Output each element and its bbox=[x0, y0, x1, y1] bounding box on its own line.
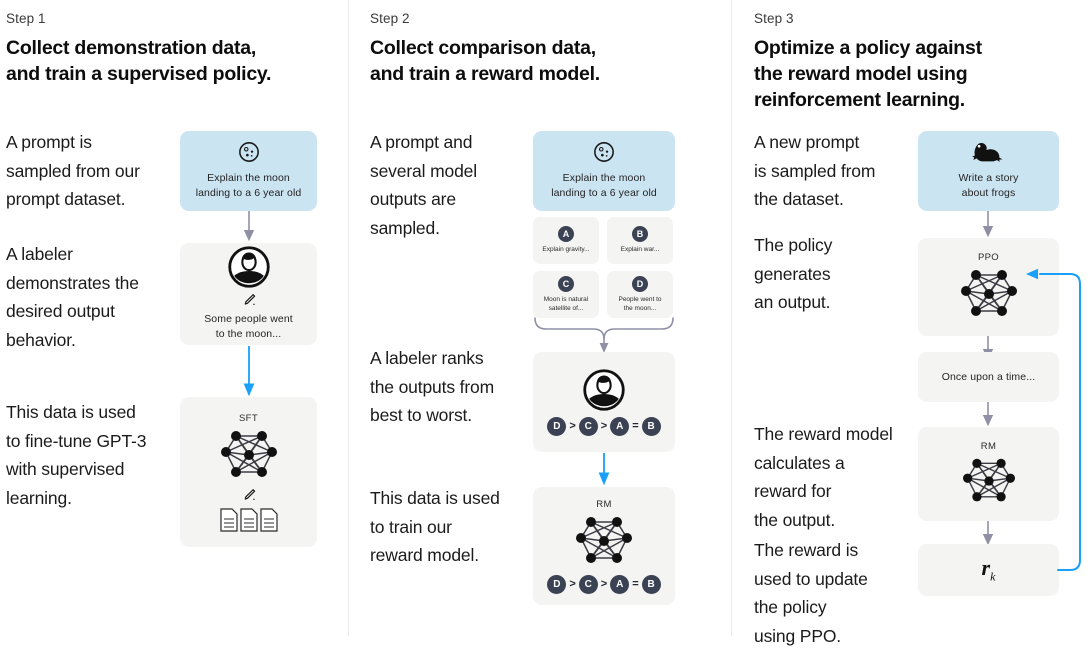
rank-chip-3: A bbox=[610, 416, 630, 436]
option-badge-d: D bbox=[632, 275, 648, 292]
rank-chip-4: B bbox=[641, 416, 661, 436]
option-card-a[interactable]: A Explain gravity... bbox=[533, 217, 599, 264]
arrow-labeler-to-sft bbox=[240, 346, 258, 397]
neural-network-icon bbox=[958, 266, 1020, 322]
reward-symbol-k: k bbox=[990, 569, 996, 584]
step-title-3: Optimize a policy against the reward mod… bbox=[754, 37, 982, 111]
prompt-card-text-step2: Explain the moon landing to a 6 year old bbox=[551, 172, 657, 199]
ranking-row-step2: D > C > A = B bbox=[547, 416, 661, 436]
option-badge-a: A bbox=[558, 226, 574, 243]
merge-brace-arrow bbox=[533, 316, 675, 354]
option-card-d[interactable]: D People went to the moon... bbox=[607, 271, 673, 318]
prompt-card-step3[interactable]: Write a story about frogs bbox=[918, 131, 1059, 211]
step-label-2: Step 2 bbox=[370, 11, 410, 26]
pencil-icon bbox=[241, 487, 257, 503]
paragraph-3-2: The policy generates an output. bbox=[754, 235, 833, 313]
neural-network-icon bbox=[573, 513, 635, 569]
arrow-ranking-to-rm bbox=[595, 453, 613, 486]
step-title-1: Collect demonstration data, and train a … bbox=[6, 37, 272, 85]
paragraph-2-1: A prompt and several model outputs are s… bbox=[370, 132, 477, 238]
reward-symbol-r: r bbox=[981, 555, 991, 581]
paragraph-1-2: A labeler demonstrates the desired outpu… bbox=[6, 244, 139, 350]
rank-chip-1: D bbox=[547, 416, 567, 436]
rm-rank-chip-1: D bbox=[547, 574, 567, 594]
rm-rank-op-3: = bbox=[632, 578, 639, 590]
rm-rank-chip-2: C bbox=[578, 574, 598, 594]
option-text-c: Moon is natural satellite of... bbox=[543, 295, 589, 312]
paragraph-1-1: A prompt is sampled from our prompt data… bbox=[6, 132, 140, 210]
reward-symbol: rk bbox=[982, 555, 996, 584]
rlhf-diagram: Step 1 Collect demonstration data, and t… bbox=[0, 0, 1090, 646]
option-card-b[interactable]: B Explain war... bbox=[607, 217, 673, 264]
step-title-2: Collect comparison data, and train a rew… bbox=[370, 37, 600, 85]
labeler-avatar-icon bbox=[227, 246, 270, 288]
arrow-output-to-rm bbox=[979, 402, 997, 427]
frog-icon bbox=[971, 141, 1006, 163]
paragraph-3-3: The reward model calculates a reward for… bbox=[754, 424, 893, 530]
option-text-a: Explain gravity... bbox=[542, 246, 590, 254]
rm-rank-op-2: > bbox=[600, 578, 608, 590]
prompt-card-step2[interactable]: Explain the moon landing to a 6 year old bbox=[533, 131, 675, 211]
prompt-card-text-step1: Explain the moon landing to a 6 year old bbox=[195, 172, 302, 199]
column-step-1: Step 1 Collect demonstration data, and t… bbox=[0, 0, 348, 636]
rank-chip-2: C bbox=[578, 416, 598, 436]
option-card-c[interactable]: C Moon is natural satellite of... bbox=[533, 271, 599, 318]
labeler-avatar-icon bbox=[583, 368, 625, 411]
paragraph-3-4: The reward is used to update the policy … bbox=[754, 540, 868, 646]
moon-icon bbox=[238, 141, 260, 163]
ranking-card-step2[interactable]: D > C > A = B bbox=[533, 352, 675, 452]
option-text-d: People went to the moon... bbox=[618, 295, 662, 312]
labeler-card-step1[interactable]: Some people went to the moon... bbox=[180, 243, 317, 345]
arrow-rm-to-reward bbox=[979, 521, 997, 546]
labeler-card-text-step1: Some people went to the moon... bbox=[204, 313, 293, 340]
rank-op-3: = bbox=[632, 420, 639, 432]
arrow-prompt-to-ppo bbox=[979, 211, 997, 238]
step-label-3: Step 3 bbox=[754, 11, 794, 26]
arrow-prompt-to-labeler bbox=[240, 211, 258, 242]
step-label-1: Step 1 bbox=[6, 11, 46, 26]
option-text-b: Explain war... bbox=[620, 246, 660, 254]
model-outputs-grid: A Explain gravity... B Explain war... C … bbox=[533, 217, 673, 318]
rm-rank-chip-3: A bbox=[610, 574, 630, 594]
paragraph-2-2: A labeler ranks the outputs from best to… bbox=[370, 348, 495, 426]
rm-caption-step2: RM bbox=[596, 498, 612, 510]
paragraph-2-3: This data is used to train our reward mo… bbox=[370, 488, 500, 566]
option-badge-c: C bbox=[558, 275, 574, 292]
documents-icon bbox=[219, 507, 279, 532]
ranking-row-rm-step2: D > C > A = B bbox=[547, 574, 661, 594]
feedback-loop-arrow bbox=[1018, 262, 1086, 574]
column-step-2: Step 2 Collect comparison data, and trai… bbox=[348, 0, 731, 636]
neural-network-icon bbox=[960, 455, 1018, 507]
paragraph-3-1: A new prompt is sampled from the dataset… bbox=[754, 132, 876, 210]
pencil-icon bbox=[241, 292, 257, 308]
sft-card-step1[interactable]: SFT bbox=[180, 397, 317, 547]
prompt-card-step1[interactable]: Explain the moon landing to a 6 year old bbox=[180, 131, 317, 211]
moon-icon bbox=[593, 141, 615, 163]
prompt-card-text-step3: Write a story about frogs bbox=[958, 172, 1019, 199]
rm-rank-op-1: > bbox=[569, 578, 576, 590]
rank-op-1: > bbox=[569, 420, 576, 432]
rm-caption-step3: RM bbox=[980, 441, 997, 452]
rm-rank-chip-4: B bbox=[641, 574, 661, 594]
rank-op-2: > bbox=[600, 420, 608, 432]
sft-caption: SFT bbox=[239, 412, 258, 424]
neural-network-icon bbox=[218, 427, 280, 483]
option-badge-b: B bbox=[632, 226, 648, 243]
rm-card-step2[interactable]: RM D > C > A = B bbox=[533, 487, 675, 605]
paragraph-1-3: This data is used to fine-tune GPT-3 wit… bbox=[6, 402, 147, 508]
ppo-caption: PPO bbox=[977, 252, 1000, 263]
